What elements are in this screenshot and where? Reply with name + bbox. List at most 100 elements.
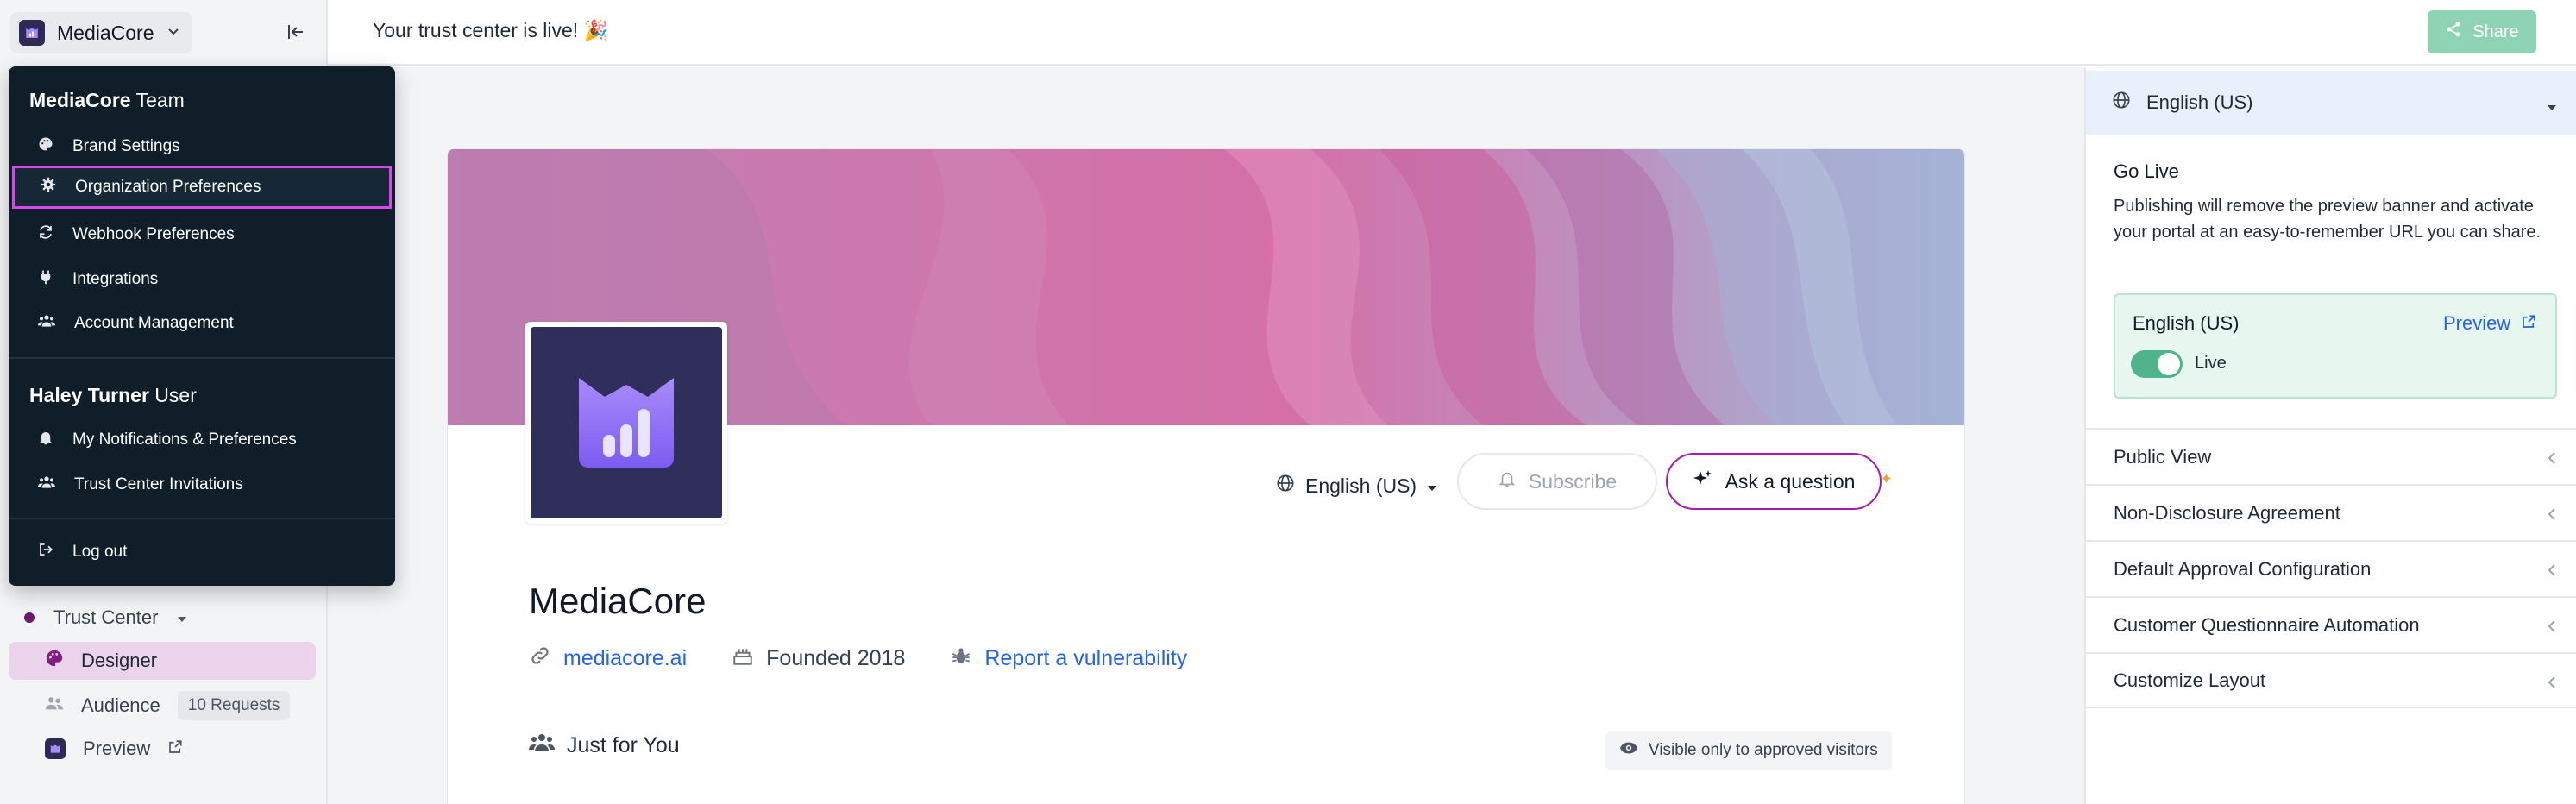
section-nda[interactable]: Non-Disclosure Agreement — [2086, 484, 2576, 540]
requests-badge: 10 Requests — [177, 691, 291, 720]
chevron-left-icon — [2547, 449, 2557, 471]
portal-language-label: English (US) — [1305, 474, 1417, 497]
external-link-icon — [167, 738, 183, 760]
share-icon — [2445, 21, 2462, 43]
sidebar-item-label: Designer — [81, 650, 158, 671]
menu-item-label: Trust Center Invitations — [74, 475, 243, 493]
menu-item-log-out[interactable]: Log out — [12, 531, 392, 574]
sidebar-item-label: Audience — [81, 694, 160, 716]
globe-icon — [2112, 91, 2131, 115]
company-meta: mediacore.ai Founded 2018 Report a vulne… — [529, 644, 1187, 673]
menu-item-webhook-preferences[interactable]: Webhook Preferences — [12, 213, 392, 256]
company-name: MediaCore — [529, 581, 707, 621]
live-status-box: English (US) Preview Live — [2114, 293, 2557, 399]
menu-item-integrations[interactable]: Integrations — [12, 258, 392, 301]
org-switcher[interactable]: MediaCore — [10, 12, 192, 53]
mediacore-logo-icon — [579, 378, 674, 468]
section-label: Customize Layout — [2114, 669, 2266, 691]
cake-icon — [732, 644, 754, 673]
sidebar-item-audience[interactable]: Audience 10 Requests — [9, 687, 316, 725]
section-label: Public View — [2114, 445, 2212, 468]
settings-panel: English (US) Go Live Publishing will rem… — [2084, 67, 2576, 804]
menu-item-trust-center-invitations[interactable]: Trust Center Invitations — [12, 463, 392, 506]
org-name: MediaCore — [57, 21, 154, 44]
menu-item-label: Integrations — [72, 270, 159, 288]
section-label: Non-Disclosure Agreement — [2114, 501, 2340, 524]
sidebar-item-label: Preview — [83, 738, 151, 759]
caret-down-icon — [2547, 95, 2557, 117]
menu-item-label: Log out — [72, 543, 128, 561]
sidebar-item-designer[interactable]: Designer — [9, 642, 316, 680]
eye-icon — [1619, 741, 1638, 760]
team-name: MediaCore — [29, 89, 131, 111]
menu-item-organization-preferences[interactable]: Organization Preferences — [12, 166, 392, 209]
sidebar-item-preview[interactable]: Preview — [9, 730, 316, 768]
menu-item-label: Account Management — [74, 314, 234, 332]
share-button[interactable]: Share — [2428, 10, 2536, 53]
portal-language-select[interactable]: English (US) — [1276, 468, 1437, 503]
founded-text: Founded 2018 — [766, 646, 906, 670]
designer-canvas: English (US) Subscribe Ask a question ✦ … — [328, 67, 2084, 804]
live-message: Your trust center is live! 🎉 — [373, 19, 609, 41]
palette-icon — [38, 136, 53, 157]
panel-language-select[interactable]: English (US) — [2086, 71, 2576, 135]
team-suffix: Team — [135, 89, 185, 111]
menu-item-notifications[interactable]: My Notifications & Preferences — [12, 418, 392, 462]
plug-icon — [38, 269, 53, 290]
toggle-knob — [2158, 353, 2180, 375]
users-icon — [45, 694, 64, 718]
nav-trust-center[interactable]: Trust Center — [24, 600, 187, 635]
users-icon — [529, 732, 555, 759]
subscribe-label: Subscribe — [1528, 469, 1618, 493]
report-vulnerability-link[interactable]: Report a vulnerability — [984, 646, 1187, 671]
section-public-view[interactable]: Public View — [2086, 428, 2576, 484]
subscribe-button[interactable]: Subscribe — [1457, 453, 1657, 510]
just-for-you-heading: Just for You — [529, 732, 680, 759]
section-customize-layout[interactable]: Customize Layout — [2086, 652, 2576, 708]
external-link-icon — [2521, 312, 2536, 335]
website-link[interactable]: mediacore.ai — [563, 646, 687, 671]
brand-logo-icon — [45, 738, 66, 759]
section-questionnaire-automation[interactable]: Customer Questionnaire Automation — [2086, 596, 2576, 652]
sparkles-icon — [1693, 468, 1713, 494]
section-label: Customer Questionnaire Automation — [2114, 613, 2420, 636]
link-icon — [529, 644, 551, 673]
trust-center-dot-icon — [24, 612, 35, 623]
just-for-you-title: Just for You — [567, 733, 680, 757]
bug-icon — [950, 644, 972, 673]
live-toggle[interactable] — [2131, 350, 2183, 378]
caret-down-icon — [177, 606, 187, 629]
portal-preview-card: English (US) Subscribe Ask a question ✦ … — [447, 148, 1965, 804]
user-suffix: User — [154, 384, 197, 406]
chevron-left-icon — [2547, 505, 2557, 527]
bell-icon — [1498, 469, 1517, 493]
menu-divider — [9, 518, 395, 519]
live-label: Live — [2195, 354, 2227, 373]
visibility-note: Visible only to approved visitors — [1649, 741, 1878, 759]
user-name: Haley Turner — [29, 384, 149, 406]
chevron-left-icon — [2547, 561, 2557, 583]
org-dropdown-menu: MediaCore Team Brand Settings Organizati… — [9, 66, 395, 586]
collapse-sidebar-button[interactable] — [283, 21, 309, 47]
caret-down-icon — [1427, 474, 1437, 498]
menu-item-label: My Notifications & Preferences — [72, 430, 297, 449]
chevron-down-icon — [166, 24, 180, 42]
menu-item-label: Brand Settings — [72, 137, 180, 155]
preview-link[interactable]: Preview — [2443, 312, 2536, 335]
go-live-description: Publishing will remove the preview banne… — [2114, 197, 2541, 242]
brand-logo-icon — [19, 20, 45, 46]
collapse-left-icon — [286, 22, 306, 47]
menu-item-label: Organization Preferences — [75, 178, 261, 196]
menu-item-account-management[interactable]: Account Management — [12, 302, 392, 345]
ask-question-button[interactable]: Ask a question — [1666, 453, 1882, 510]
visibility-badge: Visible only to approved visitors — [1605, 731, 1892, 770]
section-default-approval[interactable]: Default Approval Configuration — [2086, 540, 2576, 596]
sparkle-decoration-icon: ✦ — [1880, 470, 1894, 487]
ask-question-label: Ask a question — [1725, 469, 1856, 493]
menu-item-brand-settings[interactable]: Brand Settings — [12, 125, 392, 168]
gear-icon — [41, 177, 56, 198]
panel-language-label: English (US) — [2146, 91, 2253, 113]
section-label: Default Approval Configuration — [2114, 557, 2372, 580]
refresh-icon — [38, 224, 53, 245]
chevron-left-icon — [2547, 673, 2557, 695]
